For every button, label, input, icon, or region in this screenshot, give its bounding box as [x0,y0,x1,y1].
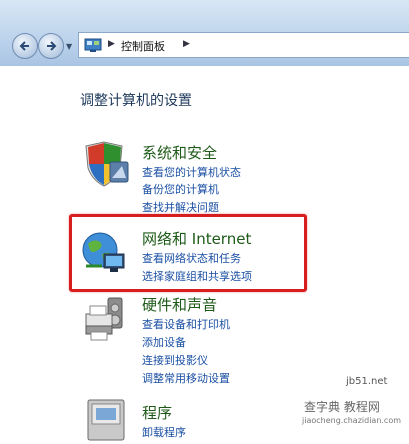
watermark-text: jiaocheng.chazidian.com [302,416,402,425]
printer-icon[interactable] [82,296,130,344]
link-connect-projector[interactable]: 连接到投影仪 [142,352,208,368]
breadcrumb-separator-icon[interactable]: ▶ [183,39,190,49]
link-uninstall-program[interactable]: 卸载程序 [142,424,186,440]
watermark-text: jb51.net [346,376,388,387]
link-add-device[interactable]: 添加设备 [142,334,186,350]
forward-button[interactable] [38,33,64,59]
site-watermark: jb51.net 查字典 教程网 jiaocheng.chazidian.com [302,376,408,432]
watermark-text: 查字典 教程网 [304,400,380,414]
back-button[interactable] [12,33,38,59]
category-title-system-security[interactable]: 系统和安全 [142,142,217,163]
breadcrumb-control-panel[interactable]: 控制面板 [121,38,165,54]
arrow-right-icon [47,41,57,51]
category-title-hardware-sound[interactable]: 硬件和声音 [142,294,217,315]
link-mobility-settings[interactable]: 调整常用移动设置 [142,370,230,386]
link-backup-computer[interactable]: 备份您的计算机 [142,181,219,197]
control-panel-icon [84,38,102,52]
arrow-left-icon [19,41,29,51]
link-view-devices-printers[interactable]: 查看设备和打印机 [142,316,230,332]
history-dropdown-icon[interactable]: ▼ [66,42,72,51]
address-bar[interactable]: ▶ 控制面板 ▶ [78,32,409,58]
link-find-fix-problems[interactable]: 查找并解决问题 [142,199,219,215]
page-title: 调整计算机的设置 [80,93,192,109]
link-view-computer-status[interactable]: 查看您的计算机状态 [142,164,241,180]
shield-icon[interactable] [82,140,130,188]
programs-icon[interactable] [84,396,132,444]
main-content: 调整计算机的设置 系统和安全 查看您的计算机状态 备份您的计算机 查找并解决问题… [0,66,409,441]
category-title-programs[interactable]: 程序 [142,402,172,423]
highlight-box [69,214,307,292]
window-titlebar: ▼ ▶ 控制面板 ▶ [0,0,409,66]
breadcrumb-separator-icon[interactable]: ▶ [108,39,115,49]
